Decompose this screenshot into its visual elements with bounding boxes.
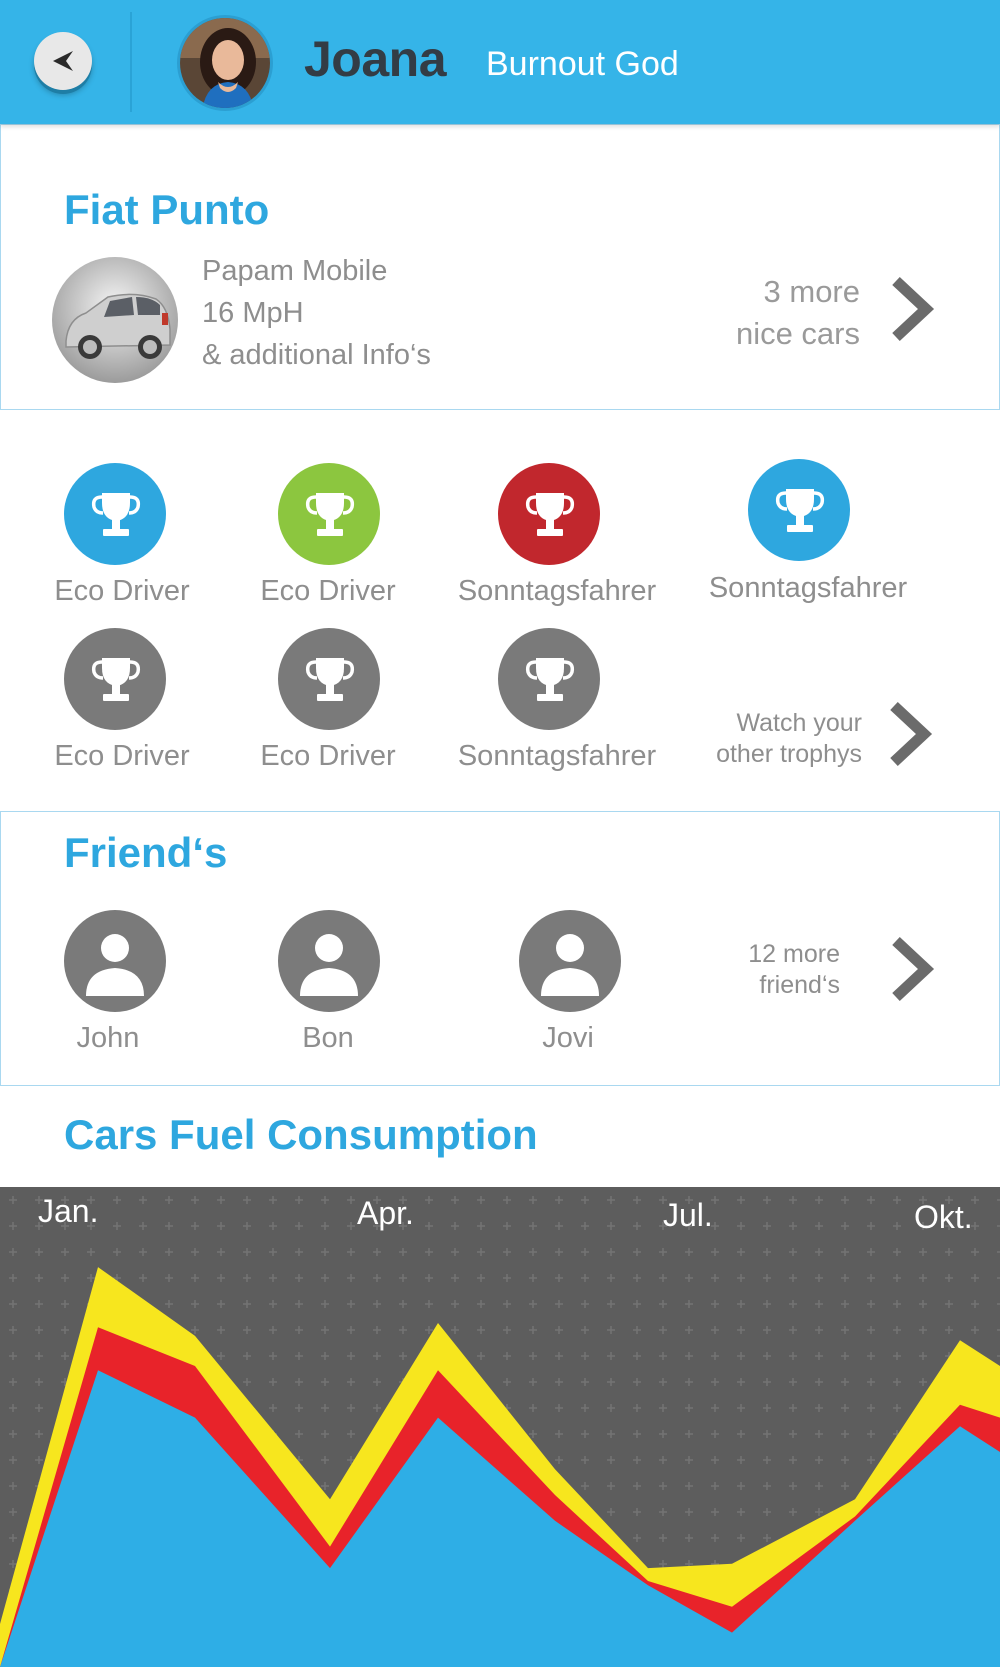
more-friends-line-2: friend‘s xyxy=(759,971,840,999)
more-friends-line-1: 12 more xyxy=(748,940,840,968)
more-friends-link[interactable]: 12 more friend‘s xyxy=(748,939,840,1001)
trophy-label-4: Sonntagsfahrer xyxy=(708,572,908,604)
trophy-label-7: Sonntagsfahrer xyxy=(457,740,657,772)
user-title: Burnout God xyxy=(486,45,679,83)
more-friends-chevron-icon[interactable] xyxy=(888,935,938,1003)
car-info-line-1: Papam Mobile xyxy=(202,255,388,287)
back-arrow-icon xyxy=(53,51,73,71)
trophy-5[interactable] xyxy=(64,628,166,730)
trophy-3[interactable] xyxy=(498,463,600,565)
trophy-7[interactable] xyxy=(498,628,600,730)
fuel-chart: Jan. Apr. Jul. Okt. xyxy=(0,1187,1000,1667)
more-trophies-line-1: Watch your xyxy=(736,709,862,737)
person-icon xyxy=(86,934,144,996)
car-info-line-2: 16 MpH xyxy=(202,297,304,329)
trophy-icon xyxy=(91,493,141,536)
trophy-6[interactable] xyxy=(278,628,380,730)
more-cars-line-2: nice cars xyxy=(735,316,860,351)
friend-avatar-2[interactable] xyxy=(278,910,380,1012)
header-divider xyxy=(130,12,132,112)
more-cars-line-1: 3 more xyxy=(763,274,860,309)
user-name: Joana xyxy=(304,31,447,87)
trophy-icon xyxy=(305,493,355,536)
trophy-label-6: Eco Driver xyxy=(260,740,396,772)
friend-avatar-1[interactable] xyxy=(64,910,166,1012)
user-avatar[interactable] xyxy=(177,15,273,111)
tick-label-jan: Jan. xyxy=(38,1193,99,1229)
car-title: Fiat Punto xyxy=(64,186,270,233)
tick-label-okt: Okt. xyxy=(914,1199,973,1235)
more-cars-chevron-icon[interactable] xyxy=(888,275,938,343)
car-photo xyxy=(52,257,178,383)
tick-label-jul: Jul. xyxy=(663,1197,713,1233)
trophy-icon xyxy=(525,658,575,701)
friend-name-2: Bon xyxy=(302,1022,354,1054)
car-info-line-3: & additional Info‘s xyxy=(202,339,431,371)
trophy-icon xyxy=(525,493,575,536)
trophy-icon xyxy=(305,658,355,701)
trophy-label-3: Sonntagsfahrer xyxy=(457,575,657,607)
person-icon xyxy=(300,934,358,996)
more-trophies-line-2: other trophys xyxy=(716,740,862,768)
more-trophies-link[interactable]: Watch your other trophys xyxy=(716,708,862,770)
trophy-4[interactable] xyxy=(748,459,850,561)
friend-name-3: Jovi xyxy=(542,1022,594,1054)
friend-name-1: John xyxy=(76,1022,140,1054)
more-trophies-chevron-icon[interactable] xyxy=(886,700,936,768)
user-photo xyxy=(180,18,270,108)
more-cars-link[interactable]: 3 more nice cars xyxy=(736,271,860,355)
fuel-title: Cars Fuel Consumption xyxy=(64,1111,538,1158)
friends-title: Friend‘s xyxy=(64,829,228,876)
tick-label-apr: Apr. xyxy=(357,1195,414,1231)
car-thumbnail[interactable] xyxy=(52,257,178,383)
person-icon xyxy=(541,934,599,996)
back-button[interactable] xyxy=(34,32,92,90)
trophy-2[interactable] xyxy=(278,463,380,565)
fuel-chart-svg xyxy=(0,1187,1000,1667)
friend-avatar-3[interactable] xyxy=(519,910,621,1012)
trophy-icon xyxy=(775,489,825,532)
app-header: Joana Burnout God xyxy=(0,0,1000,124)
trophy-label-2: Eco Driver xyxy=(260,575,396,607)
trophy-1[interactable] xyxy=(64,463,166,565)
trophy-icon xyxy=(91,658,141,701)
